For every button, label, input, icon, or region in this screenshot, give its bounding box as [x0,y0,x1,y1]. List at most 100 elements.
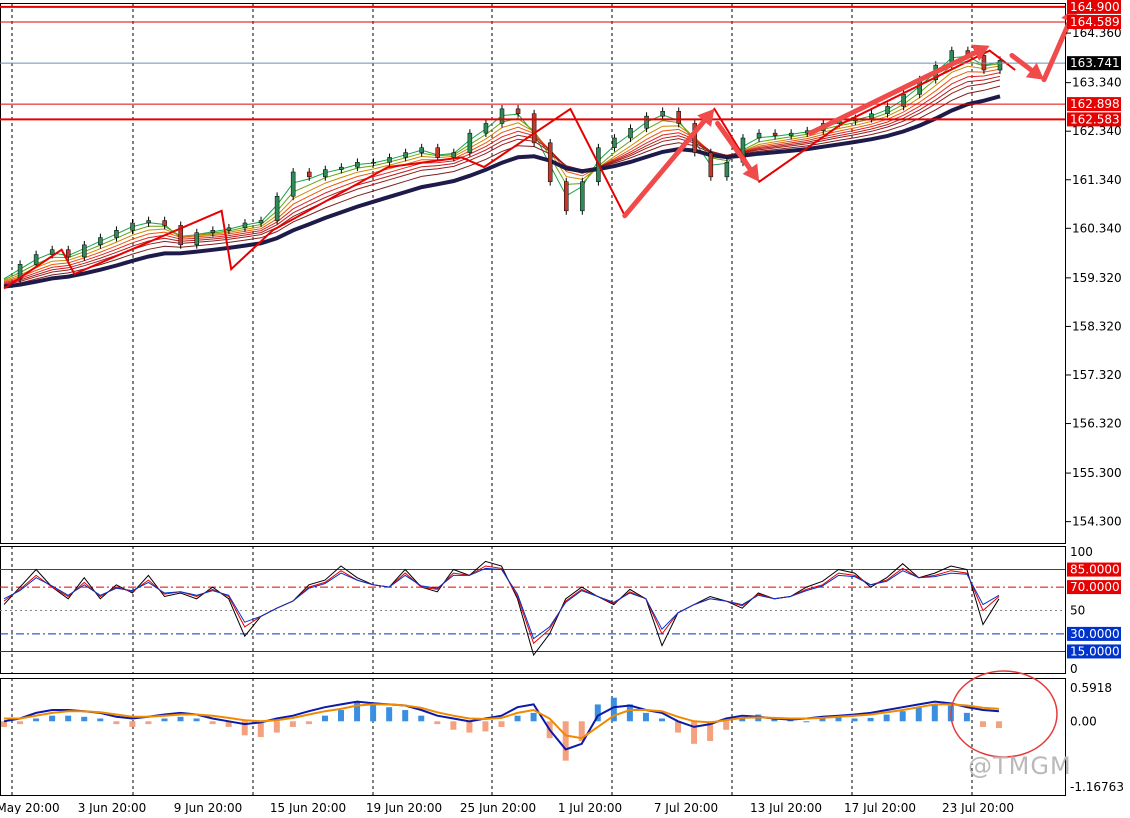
x-tick-label: 9 Jun 20:00 [174,801,243,814]
price-panel [0,5,1078,290]
x-tick-label: 1 Jul 20:00 [558,801,622,814]
macd-histogram-bar [803,721,810,723]
price-level-label: 162.583 [1070,112,1120,126]
candle-body [869,113,874,119]
candle-body [772,132,778,136]
candle-body [676,111,681,124]
candle-body [82,244,87,258]
price-level-label: 162.898 [1070,97,1120,111]
candle-body [708,152,714,178]
macd-histogram-bar [498,721,505,727]
moving-average-line [3,55,1001,280]
candle-body [194,232,200,246]
macd-histogram-bar [113,721,120,725]
candle-body [515,108,521,114]
candle-body [564,181,569,212]
macd-histogram-bar [867,717,874,722]
stoch-level-label: 85.0000 [1070,563,1120,577]
macd-histogram-bar [289,721,296,727]
macd-histogram-bar [49,715,56,722]
candle-body [885,106,890,114]
candle-body [339,166,344,170]
macd-histogram-bar [193,718,200,722]
macd-histogram-bar [530,712,537,722]
macd-histogram-bar [562,721,569,761]
candle-body [49,249,55,255]
macd-histogram-bar [514,715,521,722]
stoch-line [3,567,1000,640]
candle-body [114,230,119,238]
watermark-logo: @TMGM [968,752,1072,780]
stoch-level-label: 70.0000 [1070,580,1120,594]
candle-body [210,230,216,233]
x-tick-label: 19 Jun 20:00 [366,801,442,814]
macd-histogram-bar [129,721,136,727]
candle-body [547,142,553,182]
macd-histogram-bar [883,714,890,722]
candle-body [130,222,135,231]
macd-histogram-bar [899,711,906,722]
moving-average-line [3,60,1001,281]
candle-body [403,152,408,158]
macd-histogram-bar [915,707,922,722]
macd-histogram-bar [482,721,489,732]
macd-histogram-bar [161,718,168,722]
x-tick-label: 7 Jul 20:00 [654,801,718,814]
y-tick-label: 158.320 [1072,319,1122,333]
trend-arrow [1009,52,1044,80]
candle-body [274,196,280,221]
candle-body [901,94,906,107]
x-tick-label: 13 Jul 20:00 [750,801,822,814]
macd-histogram-bar [450,721,457,730]
macd-panel [1,670,1058,761]
x-tick-label: 23 Jul 20:00 [942,801,1014,814]
chart-svg: May 20:00 3 Jun 20:00 9 Jun 20:00 15 Jun 20… [0,0,1124,815]
macd-histogram-bar [979,721,986,727]
zigzag-line [3,49,1016,290]
candle-body [242,222,248,229]
x-tick-label: 15 Jun 20:00 [270,801,346,814]
y-tick-label: 155.300 [1072,466,1122,480]
stoch-y-tick: 0 [1070,662,1078,676]
chart-container: May 20:00 3 Jun 20:00 9 Jun 20:00 15 Jun 20… [0,0,1130,815]
macd-histogram-bar [386,707,393,722]
macd-histogram-bar [321,715,328,722]
macd-histogram-bar [466,721,473,733]
stoch-level-label: 15.0000 [1070,644,1120,658]
macd-histogram-bar [97,718,104,722]
macd-histogram-bar [177,716,184,722]
x-tick-label: 3 Jun 20:00 [78,801,147,814]
candle-body [451,152,457,158]
candle-body [467,132,473,153]
macd-histogram-bar [305,721,312,725]
x-tick-label: 25 Jun 20:00 [460,801,536,814]
macd-y-tick: -1.16763 [1070,780,1124,794]
candle-body [499,108,505,124]
candle-body [290,171,296,197]
candle-body [323,169,328,178]
trend-arrow [622,108,715,219]
y-tick-label: 157.320 [1072,368,1122,382]
y-tick-label: 156.320 [1072,417,1122,431]
arrow-shaft [622,118,707,219]
price-level-label: 164.589 [1070,15,1120,29]
stoch-line [3,565,1000,645]
candle-body [387,157,392,163]
macd-histogram-bar [338,710,345,722]
candle-body [355,162,360,168]
macd-histogram-bar [658,718,665,722]
candle-body [371,162,376,164]
candle-body [435,147,440,158]
macd-histogram-bar [851,718,858,722]
macd-histogram-bar [33,718,40,722]
candle-body [660,111,665,117]
macd-histogram-bar [17,721,24,725]
macd-histogram-bar [145,721,152,725]
stoch-y-tick: 50 [1070,604,1085,618]
candle-body [226,227,232,231]
candle-body [644,115,649,129]
y-tick-label: 159.320 [1072,271,1122,285]
x-tick-label: May 20:00 [0,801,60,814]
macd-histogram-bar [257,721,264,738]
axis-layer: May 20:00 3 Jun 20:00 9 Jun 20:00 15 Jun 20… [0,0,1124,815]
